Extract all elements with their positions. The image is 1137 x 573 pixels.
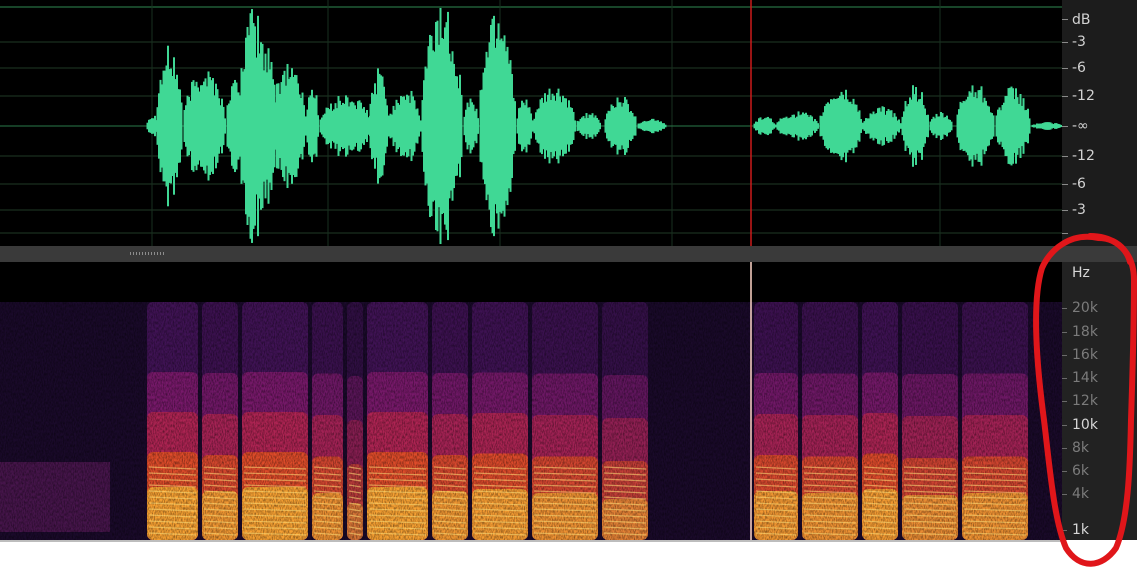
view-divider[interactable]: [0, 246, 1137, 262]
ruler-tick: [1062, 96, 1068, 97]
frequency-label: 14k: [1072, 370, 1098, 386]
amplitude-ruler[interactable]: dB -3 -6 -12 -∞ -12 -6 -3: [1062, 0, 1137, 246]
waveform-sample: [387, 115, 390, 137]
waveform-sample: [224, 118, 226, 134]
waveform-sample: [1028, 118, 1031, 134]
bottom-border: [0, 540, 1062, 542]
amplitude-label: -6: [1072, 176, 1086, 192]
frequency-unit-label: Hz: [1072, 265, 1090, 281]
frequency-label: 10k: [1072, 417, 1098, 433]
ruler-tick: [1062, 233, 1068, 234]
ruler-tick: [1062, 378, 1067, 379]
spectrogram-noise-texture: [0, 302, 1062, 540]
ruler-tick: [1062, 42, 1068, 43]
ruler-tick: [1062, 355, 1067, 356]
frequency-label: 4k: [1072, 486, 1090, 502]
waveform-display[interactable]: [0, 0, 1062, 246]
waveform-sample: [460, 94, 463, 158]
ruler-tick: [1062, 425, 1067, 426]
amplitude-label: -3: [1072, 34, 1086, 50]
waveform-sample: [664, 124, 667, 128]
frequency-label: 16k: [1072, 347, 1098, 363]
waveform-sample: [817, 123, 819, 129]
waveform-sample: [927, 114, 929, 138]
waveform-sample: [599, 122, 601, 130]
waveform-sample: [634, 116, 637, 136]
waveform-sample: [477, 118, 479, 134]
ruler-tick: [1062, 68, 1068, 69]
bottom-margin: [0, 540, 1137, 573]
waveform-sample: [574, 120, 576, 132]
waveform-sample: [419, 120, 422, 132]
amplitude-label: -12: [1072, 88, 1095, 104]
ruler-tick: [1062, 401, 1067, 402]
ruler-tick: [1062, 494, 1067, 495]
ruler-tick: [1062, 156, 1068, 157]
frequency-label: 18k: [1072, 324, 1098, 340]
frequency-label: 6k: [1072, 463, 1090, 479]
waveform-sample: [304, 116, 307, 136]
frequency-ruler[interactable]: Hz 20k 18k 16k 14k 12k 10k 8k 6k 4k 1k: [1062, 262, 1137, 540]
amplitude-label: -12: [1072, 148, 1095, 164]
frequency-label: 12k: [1072, 393, 1098, 409]
ruler-tick: [1062, 530, 1067, 531]
ruler-tick: [1062, 210, 1068, 211]
waveform-sample: [899, 123, 902, 129]
ruler-tick: [1062, 184, 1068, 185]
spectral-frequency-display[interactable]: [0, 262, 1062, 540]
ruler-tick: [1062, 471, 1067, 472]
ruler-tick: [1062, 332, 1067, 333]
ruler-tick: [1062, 448, 1067, 449]
waveform-sample: [861, 122, 864, 130]
amplitude-label: -6: [1072, 60, 1086, 76]
waveform-sample: [992, 115, 995, 137]
ruler-tick: [1062, 126, 1068, 127]
amplitude-unit-label: dB: [1072, 12, 1091, 28]
waveform-sample: [180, 102, 183, 150]
waveform-sample: [950, 121, 953, 131]
frequency-label: 20k: [1072, 300, 1098, 316]
amplitude-label: -3: [1072, 202, 1086, 218]
frequency-label: 1k: [1072, 522, 1090, 538]
spectrogram-svg: [0, 262, 1062, 540]
ruler-tick: [1062, 308, 1067, 309]
amplitude-label: -∞: [1072, 118, 1089, 134]
waveform-sample: [774, 124, 777, 128]
frequency-label: 8k: [1072, 440, 1090, 456]
waveform-sample: [531, 120, 534, 132]
waveform-svg: [0, 0, 1062, 246]
spectrogram-top-band: [0, 262, 1062, 302]
waveform-sample: [514, 101, 516, 151]
ruler-tick: [1062, 19, 1068, 20]
waveform-sample: [317, 115, 319, 137]
divider-grip-handle[interactable]: [130, 252, 166, 255]
